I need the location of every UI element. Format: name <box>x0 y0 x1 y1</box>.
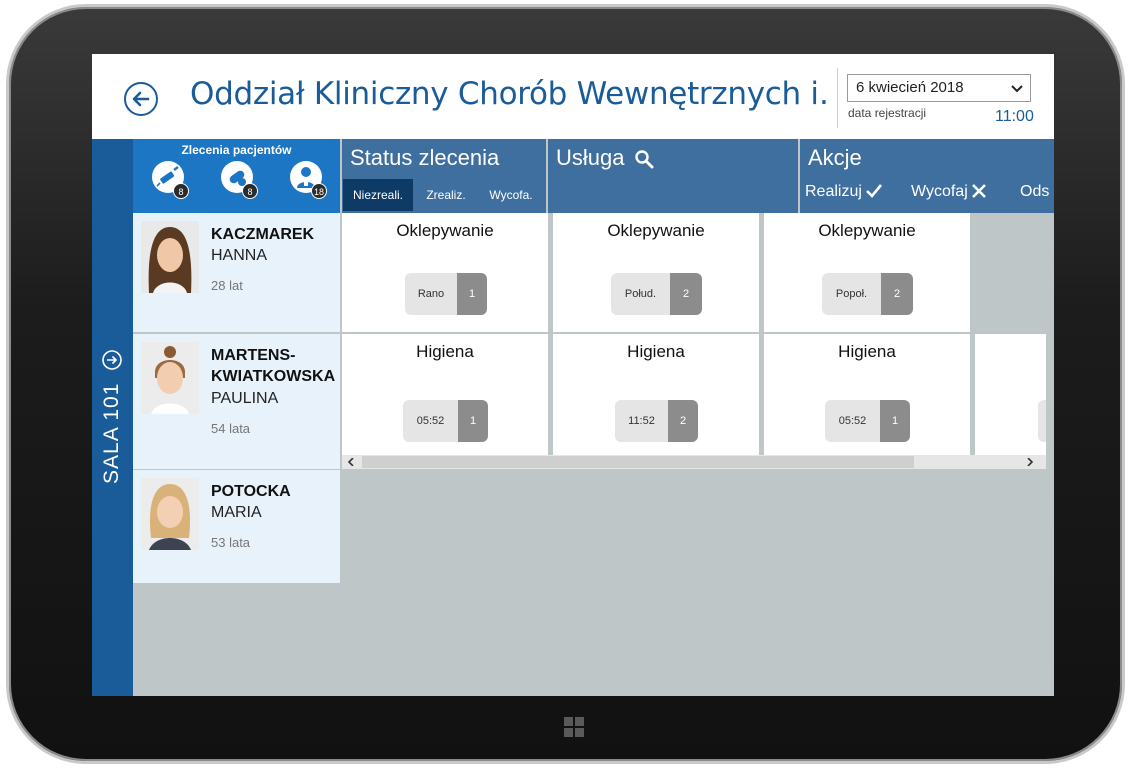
patient-last-name: KACZMAREK <box>211 226 315 243</box>
patient-age: 28 lat <box>211 278 243 293</box>
patient-first-name: MARIA <box>211 504 262 521</box>
patient-age: 54 lata <box>211 421 251 436</box>
syringe-order-button[interactable]: 8 <box>152 161 189 199</box>
order-time-label: Popoł. <box>822 273 881 315</box>
order-cell[interactable]: Higiena 05:52 1 <box>764 334 970 455</box>
realize-button[interactable]: Realizuj <box>805 183 883 201</box>
room-strip[interactable]: SALA 101 <box>92 139 133 696</box>
nurse-order-button[interactable]: 18 <box>290 161 327 199</box>
order-title: Oklepywanie <box>607 221 705 240</box>
order-time-label <box>1038 400 1046 442</box>
patient-card[interactable]: MARTENS- KWIATKOWSKA PAULINA 54 lata <box>133 334 340 469</box>
patient-last-name-part1: MARTENS- <box>211 347 296 364</box>
horizontal-scrollbar[interactable] <box>342 455 1046 469</box>
actions-column-header: Akcje Realizuj Wycofaj Ods <box>800 139 1054 213</box>
close-icon <box>971 184 986 198</box>
order-pill[interactable]: 05:52 1 <box>403 400 488 442</box>
search-icon[interactable] <box>634 149 654 169</box>
arrow-right-circle-icon[interactable] <box>101 349 123 371</box>
patient-avatar <box>141 478 199 550</box>
order-pill[interactable]: Połud. 2 <box>611 273 702 315</box>
order-count: 2 <box>668 400 698 442</box>
order-count-badge: 8 <box>173 183 189 199</box>
room-label: SALA 101 <box>100 382 123 484</box>
patient-card[interactable]: KACZMAREK HANNA 28 lat <box>133 213 340 332</box>
order-time-label: 05:52 <box>403 400 458 442</box>
order-count: 1 <box>880 400 910 442</box>
order-cell[interactable]: Higiena 05:52 1 <box>342 334 548 455</box>
order-time-label: Połud. <box>611 273 670 315</box>
cancel-action-button-label: Ods <box>1020 183 1050 200</box>
patient-age: 53 lata <box>211 535 251 550</box>
order-title: Higiena <box>627 342 685 361</box>
order-cell[interactable]: Oklepywanie Popoł. 2 <box>764 213 970 332</box>
actions-column-title: Akcje <box>808 145 862 170</box>
status-column-header: Status zlecenia Niezreali. Zrealiz. Wyco… <box>342 139 546 213</box>
service-column-header: Usługa <box>548 139 798 213</box>
withdraw-button[interactable]: Wycofaj <box>911 183 987 201</box>
tab-unrealized[interactable]: Niezreali. <box>343 179 413 211</box>
order-count: 1 <box>457 273 487 315</box>
order-count: 2 <box>881 273 913 315</box>
order-title: Oklepywanie <box>396 221 494 240</box>
withdraw-button-label: Wycofaj <box>911 183 968 200</box>
windows-logo-icon[interactable] <box>564 717 584 737</box>
header: Oddział Kliniczny Chorób Wewnętrznych i…… <box>92 54 1054 139</box>
date-label: data rejestracji <box>848 106 927 120</box>
order-time-label: 11:52 <box>615 400 668 442</box>
order-count: 2 <box>670 273 702 315</box>
header-divider <box>837 68 838 128</box>
order-pill[interactable]: Rano 1 <box>405 273 487 315</box>
tab-realized[interactable]: Zrealiz. <box>416 179 476 211</box>
order-time-label: Rano <box>405 273 457 315</box>
order-title: Higiena <box>416 342 474 361</box>
pills-order-button[interactable]: 8 <box>221 161 258 199</box>
chevron-down-icon <box>1011 85 1023 93</box>
date-select[interactable]: 6 kwiecień 2018 <box>847 74 1031 102</box>
order-time-label: 05:52 <box>825 400 880 442</box>
status-column-title: Status zlecenia <box>350 145 500 170</box>
order-pill[interactable] <box>1038 400 1046 442</box>
order-pill[interactable]: Popoł. 2 <box>822 273 913 315</box>
patient-last-name-part2: KWIATKOWSKA <box>211 368 336 385</box>
order-cell-partial[interactable] <box>975 334 1046 455</box>
patient-first-name: HANNA <box>211 247 268 264</box>
date-select-value: 6 kwiecień 2018 <box>856 79 964 96</box>
check-icon <box>866 184 882 198</box>
cancel-action-button[interactable]: Ods <box>1020 183 1049 201</box>
order-pill[interactable]: 05:52 1 <box>825 400 910 442</box>
order-count-badge: 18 <box>310 183 327 199</box>
patient-last-name: MARTENS- KWIATKOWSKA <box>211 345 335 387</box>
patient-last-name: POTOCKA <box>211 483 291 500</box>
time-label: 11:00 <box>995 108 1034 125</box>
service-column-title: Usługa <box>556 145 625 170</box>
realize-button-label: Realizuj <box>805 183 862 200</box>
chevron-left-icon[interactable] <box>347 458 355 466</box>
back-button[interactable] <box>124 82 158 116</box>
page-title: Oddział Kliniczny Chorób Wewnętrznych i… <box>190 76 830 112</box>
patient-avatar <box>141 342 199 414</box>
app-screen: Oddział Kliniczny Chorób Wewnętrznych i…… <box>92 54 1054 696</box>
scrollbar-thumb[interactable] <box>362 456 914 468</box>
tab-withdrawn[interactable]: Wycofa. <box>479 179 543 211</box>
arrow-left-icon <box>132 91 150 107</box>
patient-orders-title: Zlecenia pacjentów <box>181 143 292 157</box>
order-cell[interactable]: Higiena 11:52 2 <box>553 334 759 455</box>
order-pill[interactable]: 11:52 2 <box>615 400 698 442</box>
patient-card[interactable]: POTOCKA MARIA 53 lata <box>133 470 340 583</box>
order-title: Higiena <box>838 342 896 361</box>
patient-first-name: PAULINA <box>211 390 279 407</box>
order-cell[interactable]: Oklepywanie Rano 1 <box>342 213 548 332</box>
order-title: Oklepywanie <box>818 221 916 240</box>
order-count: 1 <box>458 400 488 442</box>
order-count-badge: 8 <box>242 183 258 199</box>
chevron-right-icon[interactable] <box>1026 458 1034 466</box>
order-cell[interactable]: Oklepywanie Połud. 2 <box>553 213 759 332</box>
patient-avatar <box>141 221 199 293</box>
patient-orders-header: Zlecenia pacjentów 8 8 18 <box>133 139 340 213</box>
